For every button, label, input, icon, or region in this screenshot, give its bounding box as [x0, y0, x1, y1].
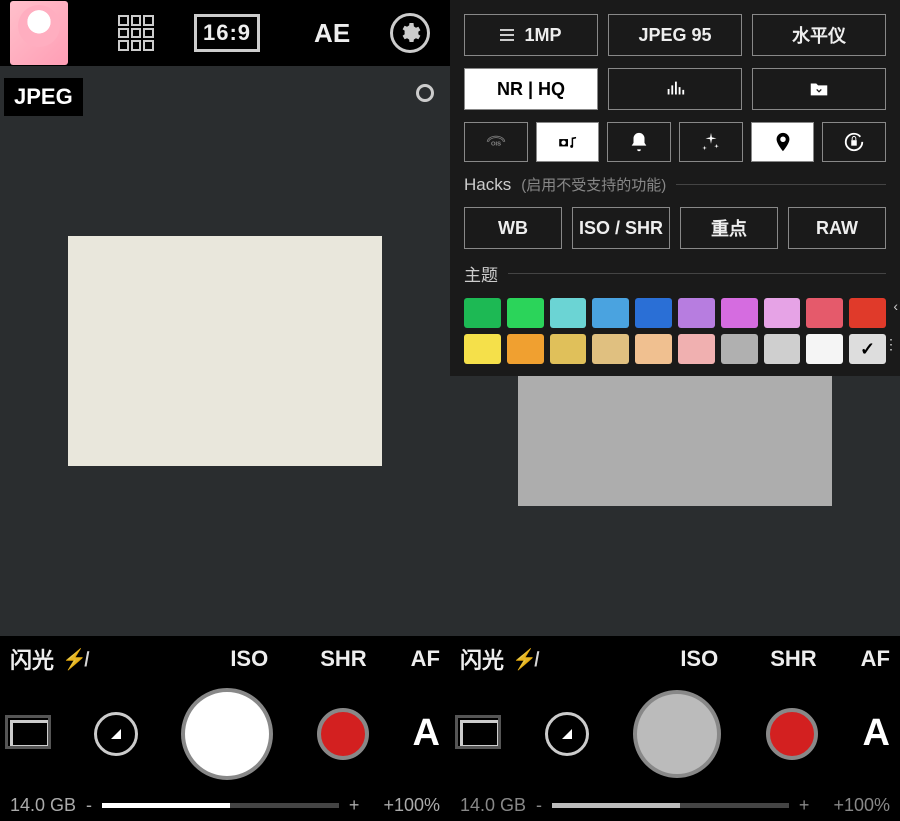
location-button[interactable] — [751, 122, 815, 162]
theme-swatch[interactable] — [507, 298, 544, 328]
theme-label: 主题 — [464, 261, 498, 286]
zoom-plus[interactable]: + — [799, 795, 810, 816]
location-icon — [772, 131, 794, 153]
zoom-plus[interactable]: + — [349, 795, 360, 816]
zoom-minus[interactable]: - — [86, 795, 92, 816]
theme-swatch[interactable] — [550, 298, 587, 328]
camera-main-screen: 16:9 AE JPEG 闪光 ⚡̸ ISO SHR AF A 14. — [0, 0, 450, 821]
flash-off-icon[interactable]: ⚡̸ — [512, 647, 537, 672]
iso-label[interactable]: ISO — [680, 646, 718, 672]
shr-label[interactable]: SHR — [320, 646, 366, 672]
list-icon — [500, 29, 514, 41]
switch-camera-icon[interactable] — [460, 720, 500, 748]
af-label[interactable]: AF — [411, 646, 440, 672]
theme-swatch[interactable] — [507, 334, 544, 364]
settings-panel: 1MP JPEG 95 水平仪 NR | HQ OIS — [450, 0, 900, 376]
shutter-button[interactable] — [633, 690, 721, 778]
rotation-lock-icon — [843, 131, 865, 153]
theme-swatch[interactable] — [721, 298, 758, 328]
mode-auto-button[interactable]: A — [413, 712, 440, 755]
zoom-slider[interactable] — [552, 803, 789, 808]
level-button[interactable]: 水平仪 — [752, 14, 886, 56]
histogram-icon — [664, 78, 686, 100]
jpeg-quality-button[interactable]: JPEG 95 — [608, 14, 742, 56]
grid-icon[interactable] — [118, 15, 154, 51]
format-badge: JPEG — [4, 78, 83, 116]
theme-swatch[interactable] — [721, 334, 758, 364]
switch-camera-icon[interactable] — [10, 720, 50, 748]
notification-button[interactable] — [607, 122, 671, 162]
raw-button[interactable]: RAW — [788, 207, 886, 249]
shutter-button[interactable] — [181, 688, 273, 780]
theme-swatch[interactable] — [464, 334, 501, 364]
zoom-minus[interactable]: - — [536, 795, 542, 816]
bell-icon — [628, 131, 650, 153]
theme-swatch[interactable] — [550, 334, 587, 364]
zoom-value: +100% — [383, 795, 440, 816]
brightness-button[interactable] — [679, 122, 743, 162]
flash-off-icon[interactable]: ⚡̸ — [62, 647, 87, 672]
focus-button[interactable]: 重点 — [680, 207, 778, 249]
theme-swatch[interactable] — [806, 334, 843, 364]
hacks-sublabel: (启用不受支持的功能) — [521, 174, 666, 195]
rotation-lock-button[interactable] — [822, 122, 886, 162]
histogram-button[interactable] — [608, 68, 742, 110]
ois-icon: OIS — [485, 131, 507, 153]
viewfinder[interactable]: JPEG — [0, 66, 450, 636]
flash-label[interactable]: 闪光 — [10, 643, 54, 675]
theme-swatch[interactable] — [635, 334, 672, 364]
svg-text:OIS: OIS — [491, 142, 501, 148]
camera-music-icon — [557, 131, 579, 153]
ae-button[interactable]: AE — [314, 18, 350, 49]
camera-sound-button[interactable] — [536, 122, 600, 162]
record-button[interactable] — [317, 708, 369, 760]
iso-label[interactable]: ISO — [230, 646, 268, 672]
zoom-slider[interactable] — [102, 803, 339, 808]
aspect-ratio-button[interactable]: 16:9 — [194, 14, 260, 52]
preview-area — [68, 236, 382, 466]
theme-swatch[interactable] — [764, 298, 801, 328]
theme-swatch[interactable] — [592, 298, 629, 328]
settings-icon[interactable] — [390, 13, 430, 53]
theme-swatch-selected[interactable]: ✓ — [849, 334, 886, 364]
theme-swatch[interactable] — [806, 298, 843, 328]
storage-label: 14.0 GB — [460, 795, 526, 816]
bottom-controls: 闪光 ⚡̸ ISO SHR AF A 14.0 GB - + +100% — [0, 636, 450, 821]
iso-shr-button[interactable]: ISO / SHR — [572, 207, 670, 249]
storage-label: 14.0 GB — [10, 795, 76, 816]
preview-area-right — [518, 376, 832, 506]
theme-swatch[interactable] — [464, 298, 501, 328]
camera-settings-screen: 1MP JPEG 95 水平仪 NR | HQ OIS — [450, 0, 900, 821]
folder-button[interactable] — [752, 68, 886, 110]
record-button[interactable] — [766, 708, 818, 760]
bottom-controls-right: 闪光 ⚡̸ ISO SHR AF A 14.0 GB - + +100% — [450, 636, 900, 821]
af-label[interactable]: AF — [861, 646, 890, 672]
wb-button[interactable]: WB — [464, 207, 562, 249]
flash-label[interactable]: 闪光 — [460, 643, 504, 675]
folder-download-icon — [808, 78, 830, 100]
nr-hq-button[interactable]: NR | HQ — [464, 68, 598, 110]
hacks-label: Hacks — [464, 175, 511, 195]
theme-color-grid: ‹ ⋮ ✓ — [464, 298, 886, 364]
stabilization-button[interactable]: OIS — [464, 122, 528, 162]
timer-icon[interactable] — [94, 712, 138, 756]
shr-label[interactable]: SHR — [770, 646, 816, 672]
top-toolbar: 16:9 AE — [0, 0, 450, 66]
timer-icon[interactable] — [545, 712, 589, 756]
gallery-thumbnail[interactable] — [10, 1, 68, 65]
more-icon[interactable]: ⋮ — [884, 340, 898, 348]
theme-swatch[interactable] — [849, 298, 886, 328]
resolution-button[interactable]: 1MP — [464, 14, 598, 56]
focus-indicator-icon — [416, 84, 434, 102]
theme-swatch[interactable] — [678, 334, 715, 364]
theme-swatch[interactable] — [764, 334, 801, 364]
theme-swatch[interactable] — [592, 334, 629, 364]
mode-auto-button[interactable]: A — [863, 712, 890, 755]
theme-swatch[interactable] — [678, 298, 715, 328]
expand-icon[interactable]: ‹ — [893, 302, 898, 310]
zoom-value: +100% — [833, 795, 890, 816]
viewfinder-right[interactable] — [450, 376, 900, 636]
sparkle-icon — [700, 131, 722, 153]
theme-swatch[interactable] — [635, 298, 672, 328]
